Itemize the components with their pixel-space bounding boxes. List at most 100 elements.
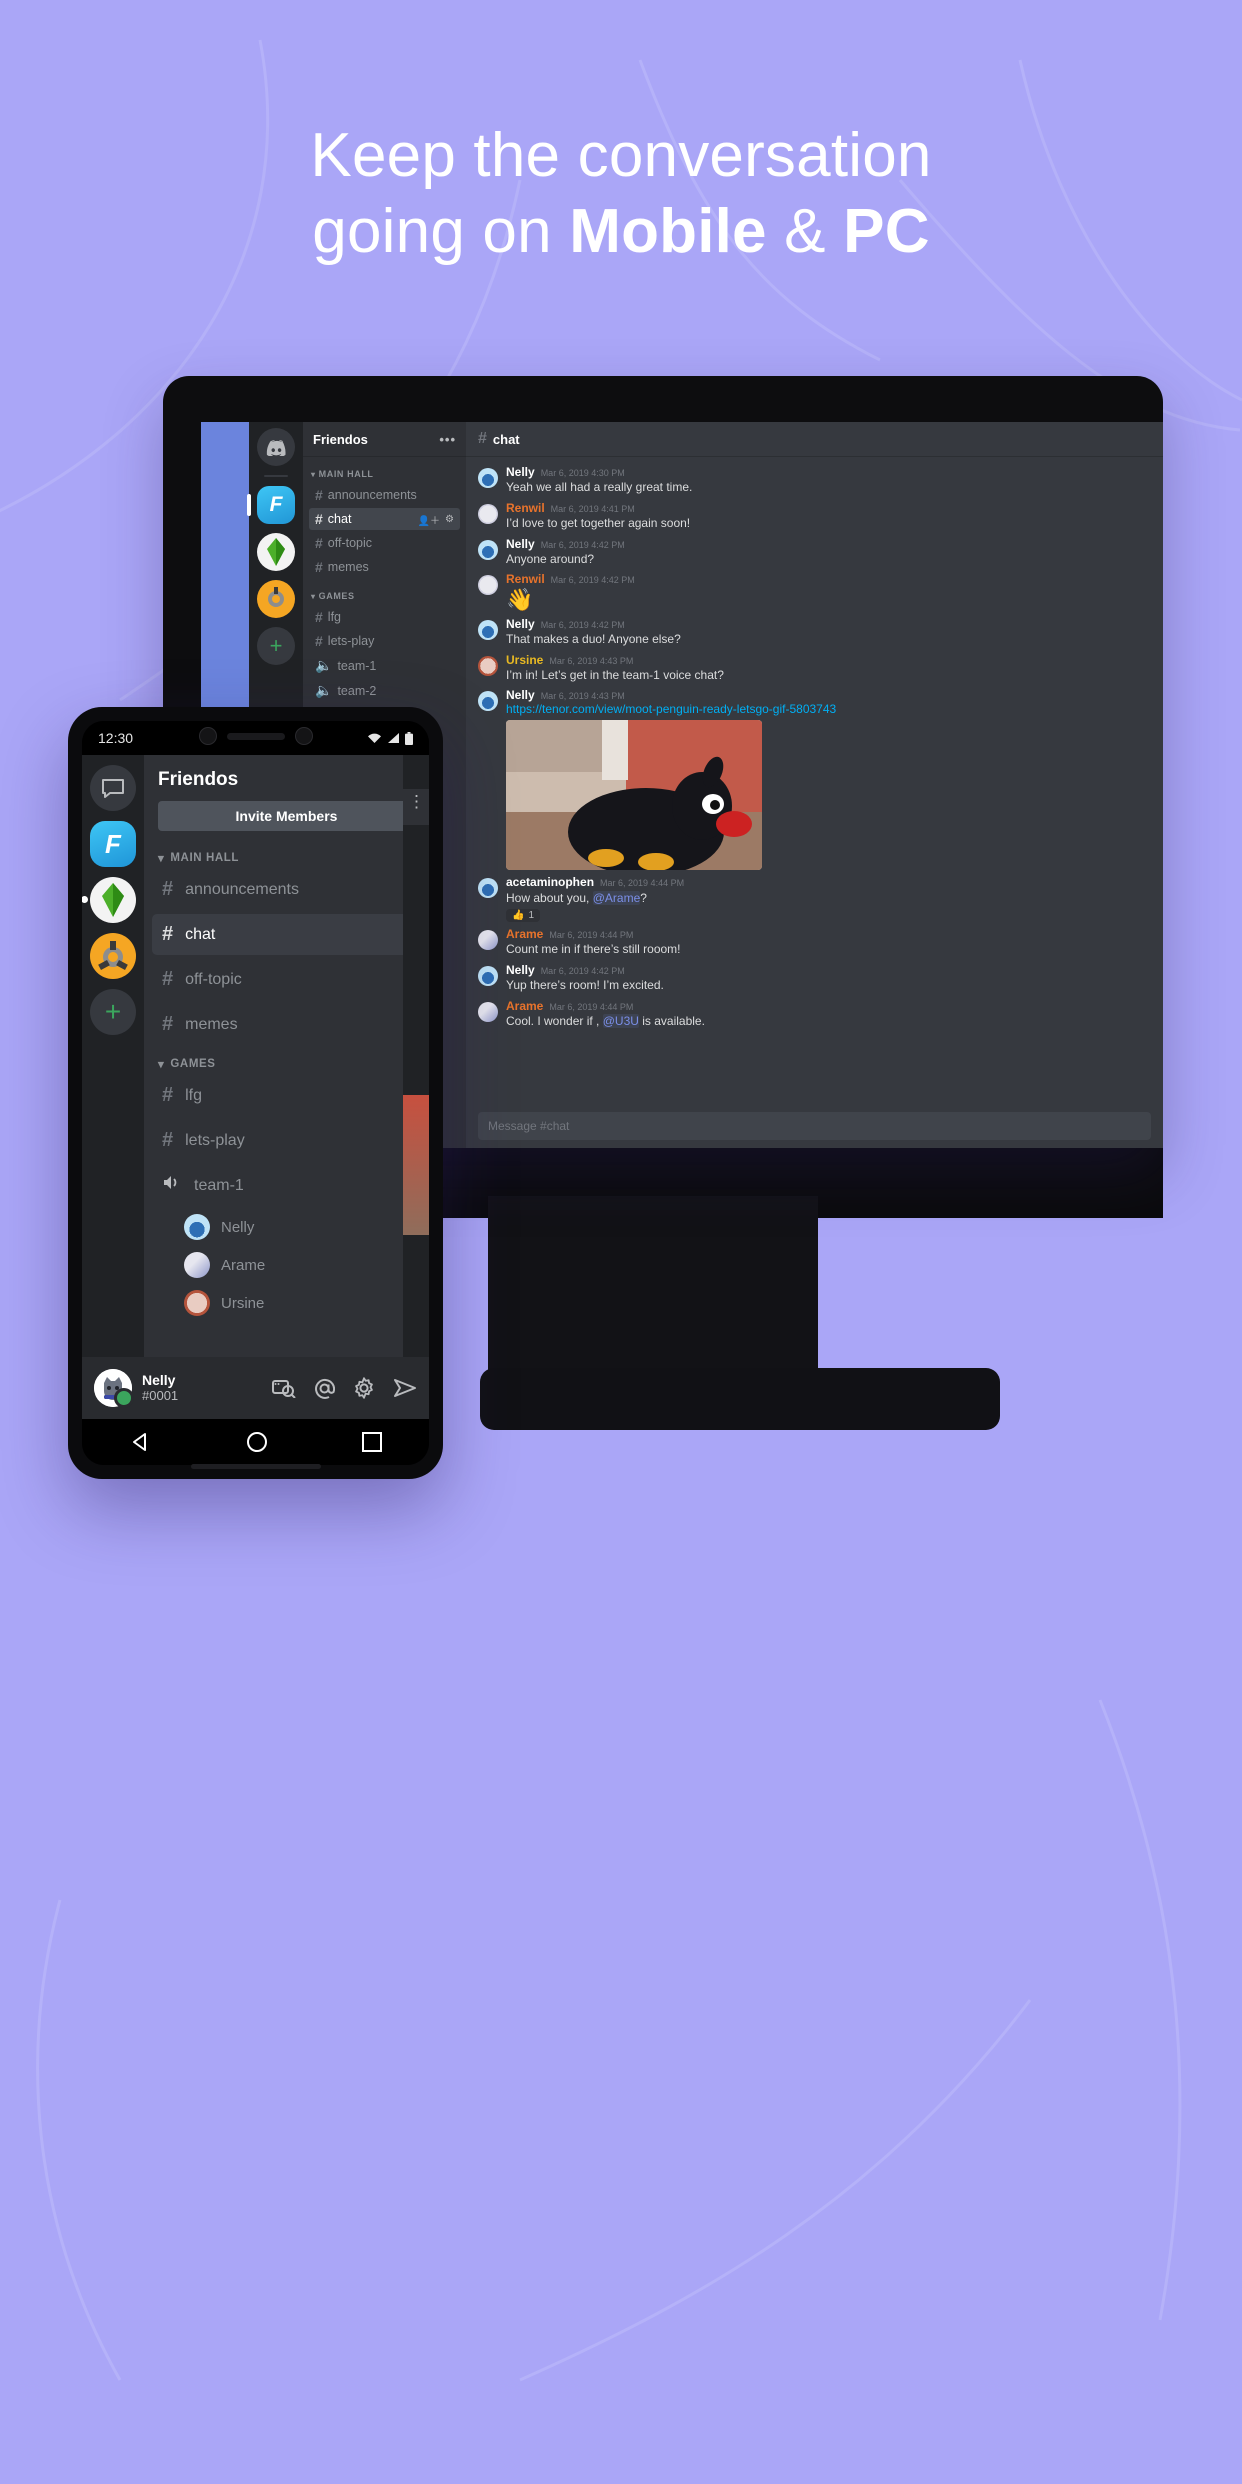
message-row: Nelly Mar 6, 2019 4:43 PM https://tenor.… bbox=[466, 686, 1163, 873]
mobile-channel-sidebar[interactable]: Friendos ⋮ Invite Members ▾ MAIN HALL # … bbox=[144, 755, 429, 1357]
desktop-channel-lfg[interactable]: # lfg bbox=[309, 606, 460, 628]
monitor-stand bbox=[488, 1196, 818, 1384]
avatar[interactable] bbox=[478, 930, 498, 951]
voice-user-ursine[interactable]: Ursine bbox=[144, 1284, 429, 1322]
video-search-icon[interactable] bbox=[272, 1378, 296, 1398]
message-text: Cool. I wonder if , @U3U is available. bbox=[506, 1014, 1151, 1030]
mobile-server-fortnite[interactable]: F bbox=[90, 821, 136, 867]
mention-arame[interactable]: @Arame bbox=[592, 890, 641, 905]
back-icon[interactable] bbox=[129, 1430, 153, 1454]
phone-app-body: F + Friendos Invite Members ▾ MAIN HALL … bbox=[82, 755, 429, 1357]
message-author[interactable]: Ursine bbox=[506, 653, 543, 667]
desktop-channel-lets-play[interactable]: # lets-play bbox=[309, 630, 460, 652]
desktop-server-sims[interactable] bbox=[257, 533, 295, 571]
mobile-channel-announcements[interactable]: # announcements bbox=[152, 869, 421, 910]
avatar[interactable] bbox=[478, 1001, 498, 1022]
hash-icon: # bbox=[478, 430, 487, 447]
message-text-pre: Cool. I wonder if , bbox=[506, 1014, 603, 1028]
message-text: I’m in! Let’s get in the team-1 voice ch… bbox=[506, 667, 724, 682]
server-rail-divider bbox=[264, 475, 288, 477]
desktop-category-main-hall[interactable]: ▾ MAIN HALL bbox=[303, 457, 466, 483]
avatar[interactable] bbox=[478, 575, 498, 596]
message-author[interactable]: acetaminophen bbox=[506, 876, 594, 889]
mobile-content-peek[interactable] bbox=[403, 755, 429, 1357]
mention-u3u[interactable]: @U3U bbox=[602, 1014, 639, 1028]
mobile-category-games[interactable]: ▾ GAMES bbox=[144, 1047, 429, 1073]
desktop-channel-announcements[interactable]: # announcements bbox=[309, 484, 460, 506]
add-member-icon[interactable]: 👤＋ bbox=[418, 512, 440, 527]
message-author[interactable]: Nelly bbox=[506, 537, 535, 551]
reaction-count: 1 bbox=[528, 910, 535, 922]
desktop-channel-team-1[interactable]: 🔈 team-1 bbox=[309, 654, 460, 677]
message-author[interactable]: Renwil bbox=[506, 573, 545, 586]
desktop-channel-team-2[interactable]: 🔈 team-2 bbox=[309, 679, 460, 702]
hash-icon: # bbox=[162, 878, 174, 900]
mobile-category-main-hall[interactable]: ▾ MAIN HALL bbox=[144, 841, 429, 867]
desktop-add-server-button[interactable]: + bbox=[257, 627, 295, 665]
hash-icon: # bbox=[315, 633, 323, 649]
desktop-server-overwatch[interactable] bbox=[257, 580, 295, 618]
gif-embed-penguin[interactable] bbox=[506, 720, 762, 871]
gear-icon[interactable] bbox=[353, 1377, 375, 1399]
message-author[interactable]: Nelly bbox=[506, 689, 535, 702]
message-author[interactable]: Nelly bbox=[506, 617, 535, 631]
mobile-overflow-menu-icon[interactable]: ⋮ bbox=[408, 793, 425, 810]
desktop-message-input[interactable]: Message #chat bbox=[478, 1112, 1151, 1140]
message-link[interactable]: https://tenor.com/view/moot-penguin-read… bbox=[506, 702, 1151, 716]
voice-user-nelly[interactable]: Nelly bbox=[144, 1208, 429, 1246]
mobile-server-header[interactable]: Friendos ⋮ bbox=[144, 755, 429, 797]
desktop-message-list[interactable]: Nelly Mar 6, 2019 4:30 PM Yeah we all ha… bbox=[466, 457, 1163, 1106]
mobile-channel-chat[interactable]: # chat bbox=[152, 914, 421, 955]
message-timestamp: Mar 6, 2019 4:30 PM bbox=[540, 468, 625, 478]
message-author[interactable]: Nelly bbox=[506, 963, 535, 977]
message-author[interactable]: Nelly bbox=[506, 465, 535, 479]
avatar[interactable] bbox=[478, 468, 498, 488]
overwatch-icon bbox=[98, 941, 128, 970]
avatar[interactable] bbox=[478, 619, 498, 640]
desktop-server-menu-icon[interactable]: ••• bbox=[439, 432, 456, 447]
home-icon[interactable] bbox=[246, 1431, 268, 1453]
avatar[interactable] bbox=[478, 503, 498, 524]
message-author[interactable]: Arame bbox=[506, 928, 543, 941]
desktop-channel-chat[interactable]: # chat 👤＋ ⚙ bbox=[309, 508, 460, 530]
hash-icon: # bbox=[162, 968, 174, 990]
desktop-home-button[interactable] bbox=[257, 428, 295, 466]
message-row: Nelly Mar 6, 2019 4:42 PM Anyone around? bbox=[466, 535, 1163, 571]
message-text: Anyone around? bbox=[506, 551, 595, 566]
avatar[interactable] bbox=[478, 691, 498, 712]
desktop-channel-memes[interactable]: # memes bbox=[309, 556, 460, 578]
plus-icon: + bbox=[104, 996, 122, 1027]
message-author[interactable]: Arame bbox=[506, 999, 543, 1013]
phone-screen: 12:30 F + Friendos Invite Members ▾ MAIN… bbox=[82, 721, 429, 1465]
mobile-server-overwatch[interactable] bbox=[90, 933, 136, 979]
gear-icon[interactable]: ⚙ bbox=[445, 514, 454, 525]
desktop-category-games[interactable]: ▾ GAMES bbox=[303, 579, 466, 605]
avatar[interactable] bbox=[478, 966, 498, 987]
mobile-channel-memes[interactable]: # memes bbox=[152, 1004, 421, 1045]
desktop-server-header[interactable]: Friendos ••• bbox=[303, 422, 466, 457]
message-author[interactable]: Renwil bbox=[506, 501, 545, 515]
message-row: Arame Mar 6, 2019 4:44 PM Cool. I wonder… bbox=[466, 997, 1163, 1033]
recents-icon[interactable] bbox=[362, 1432, 383, 1452]
reaction-thumbsup[interactable]: 👍 1 bbox=[506, 909, 541, 923]
mobile-channel-off-topic[interactable]: # off-topic bbox=[152, 959, 421, 1000]
mobile-home-button[interactable] bbox=[90, 765, 136, 811]
user-identity[interactable]: Nelly #0001 bbox=[142, 1372, 178, 1403]
desktop-channel-off-topic[interactable]: # off-topic bbox=[309, 532, 460, 554]
avatar[interactable] bbox=[478, 655, 498, 676]
desktop-server-fortnite[interactable]: F bbox=[247, 486, 295, 524]
mobile-channel-lets-play[interactable]: # lets-play bbox=[152, 1120, 421, 1161]
voice-user-arame[interactable]: Arame bbox=[144, 1246, 429, 1284]
send-icon[interactable] bbox=[393, 1377, 417, 1399]
mobile-add-server-button[interactable]: + bbox=[90, 989, 136, 1035]
mention-icon[interactable] bbox=[314, 1378, 335, 1399]
message-header: Nelly Mar 6, 2019 4:42 PM bbox=[506, 537, 1151, 551]
phone-status-bar: 12:30 bbox=[82, 721, 429, 755]
avatar[interactable] bbox=[478, 539, 498, 560]
avatar[interactable] bbox=[478, 878, 498, 899]
mobile-channel-lfg[interactable]: # lfg bbox=[152, 1075, 421, 1116]
avatar[interactable] bbox=[94, 1369, 134, 1408]
invite-members-button[interactable]: Invite Members bbox=[158, 801, 415, 831]
mobile-server-sims[interactable] bbox=[82, 877, 136, 923]
mobile-channel-team-1[interactable]: team-1 bbox=[152, 1165, 421, 1206]
